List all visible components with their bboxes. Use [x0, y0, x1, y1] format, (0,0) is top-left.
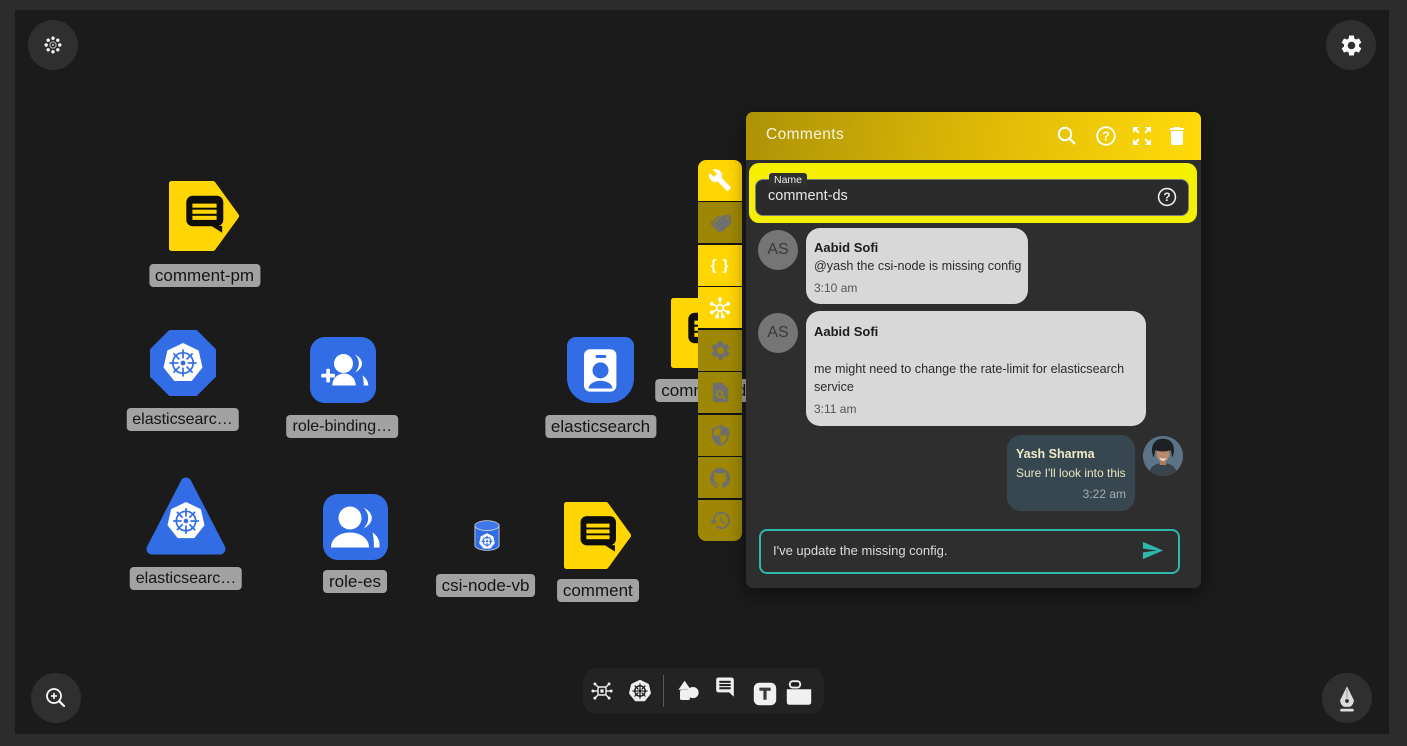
svg-text:?: ? [1102, 129, 1110, 143]
svg-text:?: ? [1163, 190, 1170, 204]
